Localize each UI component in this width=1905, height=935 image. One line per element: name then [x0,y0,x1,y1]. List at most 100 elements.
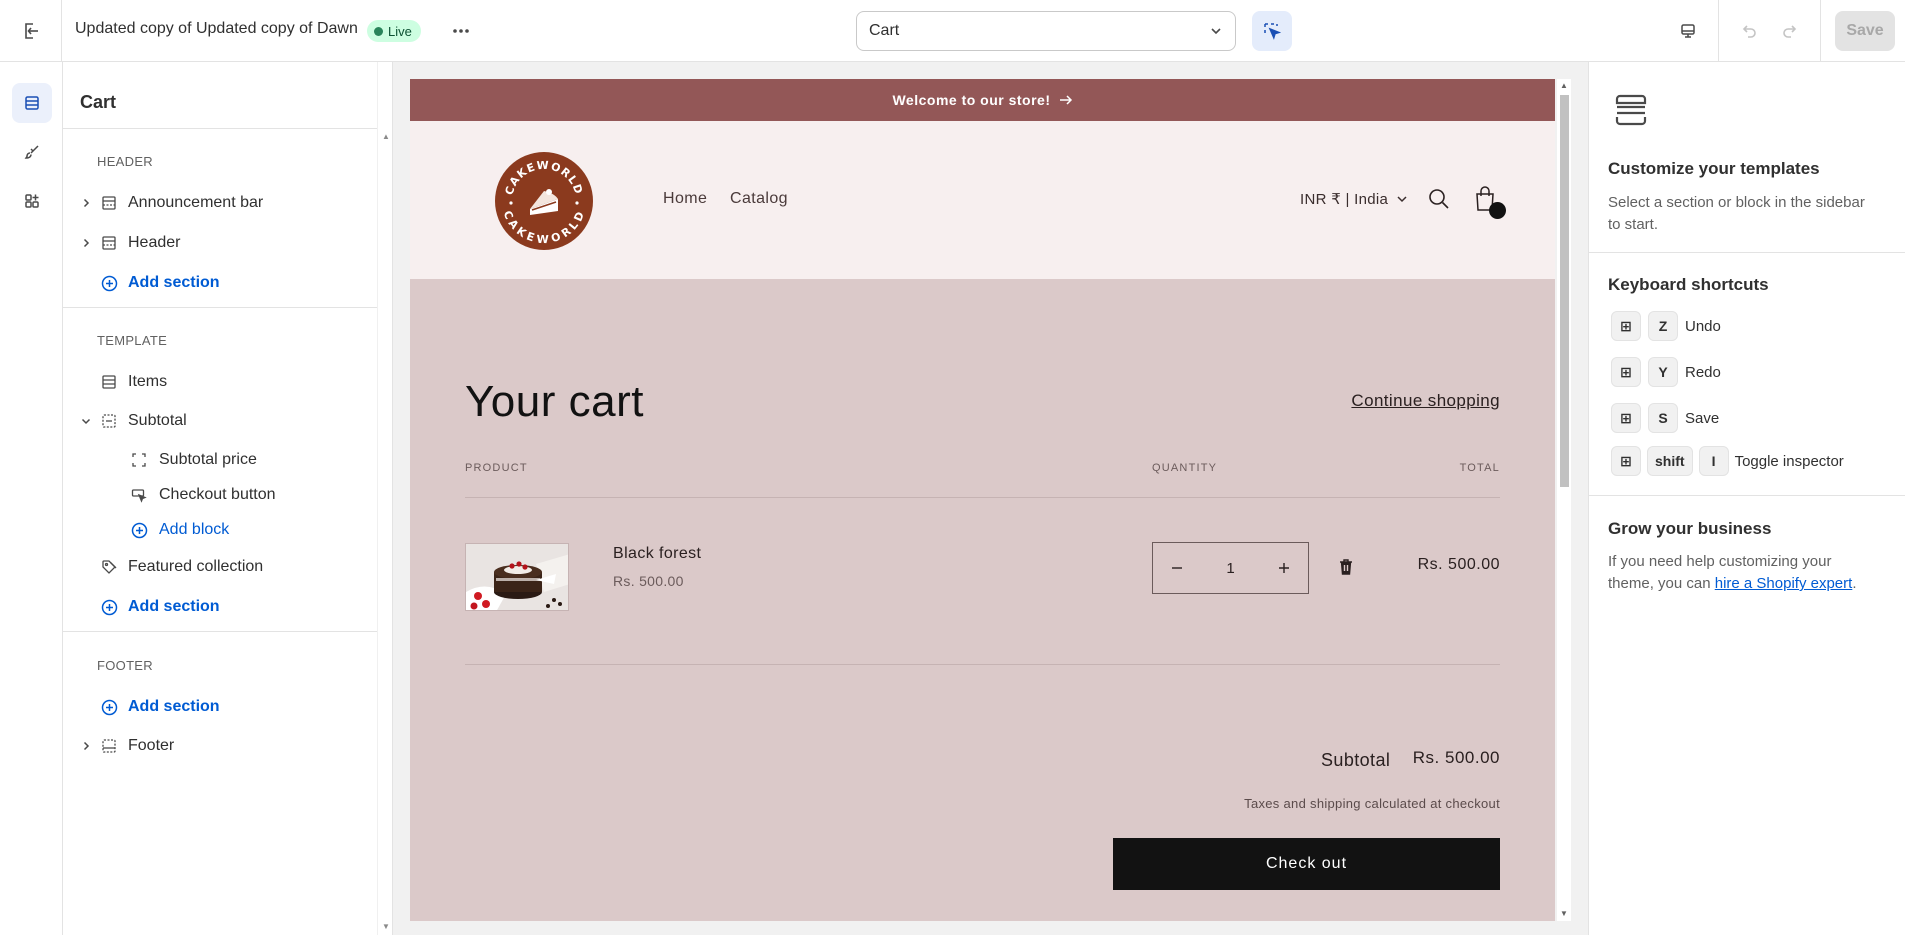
divider [1589,495,1905,496]
device-preview-button[interactable] [1672,15,1704,47]
section-icon [100,234,118,252]
sidebar-item-checkout-button[interactable]: Checkout button [63,479,373,511]
template-selector[interactable]: Cart [856,11,1236,51]
live-dot-icon [374,26,383,36]
product-price: Rs. 500.00 [613,573,684,589]
announcement-bar[interactable]: Welcome to our store! [410,79,1555,121]
shortcut-key: Y [1648,357,1678,387]
command-key-icon: ⊞ [1611,403,1641,433]
product-name[interactable]: Black forest [613,545,701,563]
group-label-template: TEMPLATE [97,333,168,348]
quantity-stepper: 1 [1152,542,1309,594]
nav-link-home[interactable]: Home [663,190,707,208]
chevron-right-icon[interactable] [78,195,94,211]
tag-icon [100,558,118,576]
product-image[interactable] [465,543,569,611]
chevron-down-icon [1397,196,1407,203]
add-block-button[interactable]: Add block [63,514,373,546]
shortcut-label: Save [1685,409,1720,427]
divider [465,497,1500,498]
quantity-increase-button[interactable] [1260,543,1308,593]
sidebar-item-label: Items [128,373,168,390]
chevron-down-icon[interactable] [78,413,94,429]
sidebar-item-footer[interactable]: Footer [63,730,373,762]
toolbar-divider [1820,0,1821,62]
scroll-down-arrow-icon[interactable]: ▼ [382,922,390,931]
hire-expert-link[interactable]: hire a Shopify expert [1715,575,1853,592]
cakeworld-logo[interactable]: CAKEWORLD CAKEWORLD [494,151,594,251]
grow-text-after: . [1852,575,1857,592]
block-icon [130,451,148,469]
sidebar-item-label: Footer [128,737,175,754]
sidebar-item-label: Header [128,234,181,251]
add-section-label: Add section [128,698,220,715]
preview-canvas: Welcome to our store! CAKEWORLD CAKEWORL… [393,62,1588,935]
scroll-up-arrow-icon[interactable]: ▲ [1560,81,1568,90]
shortcut-redo: ⊞ Y Redo [1611,356,1721,388]
chevron-down-icon [1211,28,1221,35]
scroll-down-arrow-icon[interactable]: ▼ [1560,909,1568,918]
section-icon [100,194,118,212]
customize-text: Select a section or block in the sidebar… [1608,194,1865,233]
shortcut-label: Undo [1685,317,1721,335]
quantity-decrease-button[interactable] [1153,543,1201,593]
inspector-toggle-button[interactable] [1252,11,1292,51]
top-bar: Updated copy of Updated copy of Dawn Liv… [0,0,1905,62]
sidebar-item-label: Subtotal [128,412,187,429]
command-key-icon: ⊞ [1611,311,1641,341]
exit-icon [24,23,38,39]
exit-button[interactable] [0,0,62,62]
more-actions-button[interactable] [447,17,475,45]
column-header-quantity: QUANTITY [1152,462,1218,474]
quantity-input[interactable]: 1 [1201,543,1260,593]
sidebar-item-subtotal-price[interactable]: Subtotal price [63,444,373,476]
preview-scrollbar[interactable]: ▲ ▼ [1557,79,1571,921]
country-selector[interactable]: INR ₹ | India [1300,190,1408,208]
save-button[interactable]: Save [1835,11,1895,51]
rail-apps-button[interactable] [12,181,52,221]
sidebar-item-label: Subtotal price [159,451,257,468]
chevron-right-icon[interactable] [78,738,94,754]
rail-sections-button[interactable] [12,83,52,123]
ellipsis-icon [453,29,469,33]
line-item-total: Rs. 500.00 [1417,556,1500,573]
section-icon [100,373,118,391]
subtotal-value: Rs. 500.00 [1412,748,1500,767]
chevron-right-icon[interactable] [78,235,94,251]
country-selector-value: INR ₹ | India [1300,191,1389,208]
add-section-label: Add section [128,598,220,615]
button-cursor-icon [130,486,148,504]
sidebar-item-announcement-bar[interactable]: Announcement bar [63,187,373,219]
search-icon[interactable] [1427,187,1451,211]
add-section-footer-button[interactable]: Add section [63,691,373,723]
shortcut-key: I [1698,446,1729,476]
redo-button[interactable] [1773,15,1805,47]
sidebar-item-items[interactable]: Items [63,366,373,398]
sidebar-scrollbar[interactable]: ▲ ▼ [377,62,392,935]
sidebar-item-featured-collection[interactable]: Featured collection [63,551,373,583]
sidebar-item-header[interactable]: Header [63,227,373,259]
scrollbar-thumb[interactable] [1560,95,1569,487]
page-title: Your cart [465,377,644,426]
grow-title: Grow your business [1608,519,1772,538]
add-block-label: Add block [159,521,230,538]
scroll-up-arrow-icon[interactable]: ▲ [382,132,390,141]
sidebar-item-subtotal[interactable]: Subtotal [63,405,373,437]
undo-icon [1742,25,1756,38]
continue-shopping-link[interactable]: Continue shopping [1351,391,1500,411]
theme-name: Updated copy of Updated copy of Dawn [75,20,358,37]
shortcut-key: shift [1647,446,1693,476]
add-section-header-button[interactable]: Add section [63,267,373,299]
store-preview-frame[interactable]: Welcome to our store! CAKEWORLD CAKEWORL… [410,79,1555,921]
divider [1589,252,1905,253]
divider [465,664,1500,665]
command-key-icon: ⊞ [1611,357,1641,387]
nav-link-catalog[interactable]: Catalog [730,190,788,208]
add-section-template-button[interactable]: Add section [63,591,373,623]
group-label-footer: FOOTER [97,658,153,673]
rail-theme-settings-button[interactable] [12,132,52,172]
trash-icon[interactable] [1338,558,1354,576]
undo-button[interactable] [1734,15,1766,47]
minus-icon [1172,567,1182,569]
checkout-button[interactable]: Check out [1113,838,1500,890]
